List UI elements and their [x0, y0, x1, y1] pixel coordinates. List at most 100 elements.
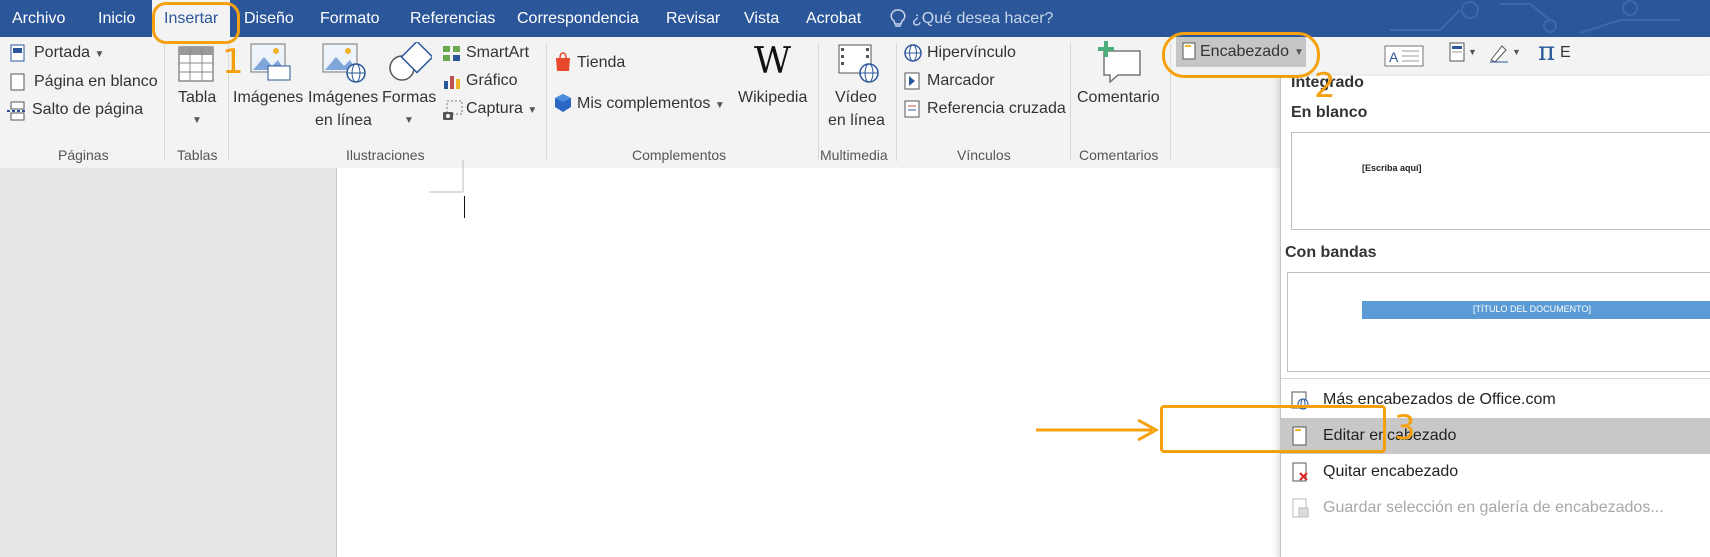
new-comment-icon — [1098, 41, 1141, 83]
tab-archivo[interactable]: Archivo — [12, 0, 65, 37]
hyperlink-icon — [904, 44, 922, 62]
svg-text:▼: ▼ — [1512, 47, 1521, 57]
tab-acrobat[interactable]: Acrobat — [806, 0, 861, 37]
smartart-button[interactable]: SmartArt — [466, 43, 529, 63]
tab-formato[interactable]: Formato — [320, 0, 380, 37]
banded-title-text: [TÍTULO DEL DOCUMENTO] — [1472, 304, 1591, 314]
video-en-linea-button[interactable]: Vídeo — [835, 88, 877, 108]
text-cursor — [464, 196, 465, 218]
tab-correspondencia[interactable]: Correspondencia — [517, 0, 639, 37]
margin-marker — [429, 160, 464, 193]
my-addins-icon — [555, 94, 571, 112]
group-separator — [1070, 43, 1071, 161]
equation-icon[interactable]: π — [1538, 37, 1555, 67]
mis-complementos-label: Mis complementos — [577, 95, 711, 112]
group-label-multimedia: Multimedia — [820, 147, 888, 163]
save-to-gallery-icon — [1292, 498, 1309, 518]
tab-inicio[interactable]: Inicio — [98, 0, 135, 37]
video-en-linea-label-2: en línea — [828, 112, 885, 129]
cross-reference-icon — [904, 100, 920, 118]
smartart-icon — [443, 46, 460, 61]
group-label-tablas: Tablas — [177, 147, 218, 163]
annotation-box-editar — [1160, 405, 1386, 453]
gallery-heading-con-bandas: Con bandas — [1285, 244, 1377, 261]
annotation-circle-encabezado — [1162, 32, 1320, 78]
guardar-seleccion-label: Guardar selección en galería de encabeza… — [1323, 499, 1664, 516]
tabla-button[interactable]: Tabla — [178, 88, 216, 108]
group-separator — [164, 43, 165, 161]
chevron-down-icon: ▼ — [192, 115, 202, 126]
header-preview-blank[interactable]: [Escriba aquí] — [1291, 132, 1710, 230]
title-bar-pattern — [1390, 0, 1680, 34]
signature-line-icon: ▼ — [1490, 45, 1521, 63]
group-separator — [818, 43, 819, 161]
referencia-cruzada-button[interactable]: Referencia cruzada — [927, 99, 1066, 119]
captura-label: Captura — [466, 100, 523, 117]
document-page[interactable] — [336, 160, 1337, 557]
pictures-icon — [250, 43, 291, 81]
shapes-icon — [389, 42, 432, 81]
annotation-arrow — [1036, 418, 1160, 442]
tienda-button[interactable]: Tienda — [577, 53, 625, 73]
chevron-down-icon: ▼ — [404, 115, 414, 126]
online-pictures-icon — [322, 43, 366, 83]
chevron-down-icon: ▼ — [94, 49, 105, 60]
svg-text:▼: ▼ — [1468, 47, 1477, 57]
mis-complementos-button[interactable]: Mis complementos ▼ — [577, 94, 725, 116]
captura-button[interactable]: Captura ▼ — [466, 99, 537, 121]
marcador-button[interactable]: Marcador — [927, 71, 995, 91]
header-preview-banded[interactable]: [TÍTULO DEL DOCUMENTO] — [1287, 272, 1710, 372]
svg-text:A: A — [1389, 49, 1399, 65]
blank-page-icon — [10, 73, 25, 91]
remove-header-icon — [1292, 462, 1308, 482]
wikipedia-icon: W — [754, 41, 792, 82]
annotation-number-1: 1 — [222, 42, 244, 82]
online-video-icon — [838, 44, 879, 83]
annotation-number-3: 3 — [1394, 408, 1416, 448]
chevron-down-icon: ▼ — [527, 105, 538, 116]
blank-placeholder: [Escriba aquí] — [1362, 163, 1422, 173]
imagenes-en-linea-button[interactable]: Imágenes — [308, 88, 378, 108]
store-icon — [556, 52, 570, 71]
quitar-encabezado-label: Quitar encabezado — [1323, 463, 1459, 480]
group-separator — [896, 43, 897, 161]
imagenes-en-linea-label-2: en línea — [315, 112, 372, 129]
group-separator — [546, 43, 547, 161]
gallery-heading-en-blanco: En blanco — [1291, 104, 1368, 121]
quick-parts-icon: ▼ — [1449, 42, 1477, 62]
tell-me-search[interactable]: ¿Qué desea hacer? — [912, 0, 1053, 37]
banded-title-bar: [TÍTULO DEL DOCUMENTO] — [1362, 301, 1710, 319]
annotation-circle-insertar — [152, 2, 240, 44]
chevron-down-icon: ▼ — [714, 100, 725, 111]
equation-label: E — [1560, 44, 1571, 61]
lightbulb-icon — [890, 9, 906, 27]
table-icon — [178, 46, 214, 82]
hipervinculo-button[interactable]: Hipervínculo — [927, 43, 1016, 63]
tab-referencias[interactable]: Referencias — [410, 0, 495, 37]
page-break-icon — [7, 101, 27, 121]
ribbon-tab-bar: Archivo Inicio Insertar Diseño Formato R… — [0, 0, 1710, 37]
text-box-icon: A — [1384, 45, 1424, 67]
salto-de-pagina-button[interactable]: Salto de página — [32, 100, 143, 120]
tab-revisar[interactable]: Revisar — [666, 0, 720, 37]
quitar-encabezado-item[interactable]: Quitar encabezado — [1281, 454, 1710, 490]
portada-button[interactable]: Portada ▼ — [34, 43, 104, 65]
chart-icon — [444, 76, 460, 89]
header-gallery-dropdown: Integrado En blanco [Escriba aquí] Con b… — [1280, 74, 1710, 557]
wikipedia-button[interactable]: Wikipedia — [738, 88, 807, 108]
guardar-seleccion-item: Guardar selección en galería de encabeza… — [1281, 490, 1710, 526]
comentario-button[interactable]: Comentario — [1077, 88, 1160, 108]
bookmark-icon — [904, 72, 920, 90]
group-label-vinculos: Vínculos — [957, 147, 1011, 163]
group-label-paginas: Páginas — [58, 147, 109, 163]
grafico-button[interactable]: Gráfico — [466, 71, 518, 91]
imagenes-en-linea-label: Imágenes — [308, 89, 379, 106]
tab-vista[interactable]: Vista — [744, 0, 779, 37]
tab-diseno[interactable]: Diseño — [244, 0, 294, 37]
menu-separator — [1281, 378, 1710, 379]
annotation-number-2: 2 — [1314, 66, 1336, 106]
formas-button[interactable]: Formas — [382, 88, 436, 108]
imagenes-button[interactable]: Imágenes — [233, 88, 303, 108]
pagina-en-blanco-button[interactable]: Página en blanco — [34, 72, 158, 92]
group-label-complementos: Complementos — [632, 147, 727, 163]
